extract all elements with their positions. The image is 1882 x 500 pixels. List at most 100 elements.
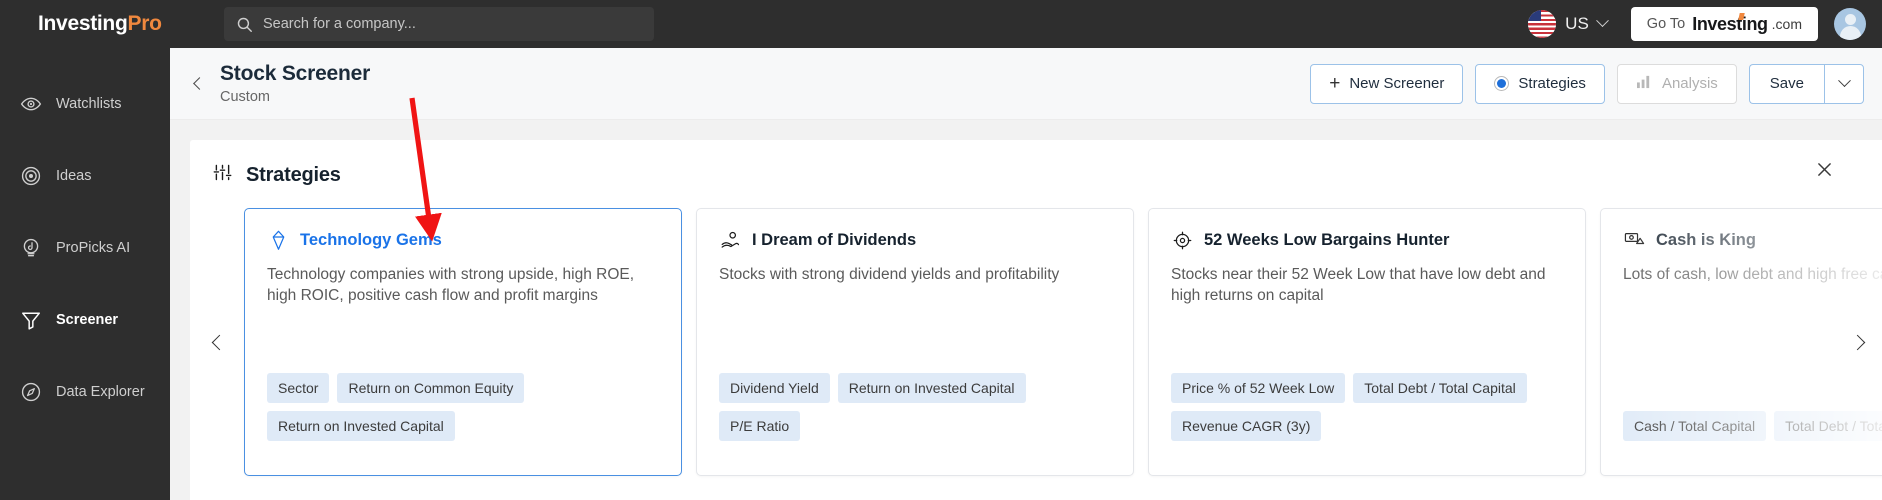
- user-avatar[interactable]: [1834, 8, 1866, 40]
- hand-coin-icon: [719, 229, 741, 251]
- panel-wrapper: Strategies Technology Gems Technology co…: [170, 120, 1882, 500]
- main-content: Stock Screener Custom + New Screener Str…: [170, 48, 1882, 500]
- strategy-card[interactable]: Technology Gems Technology companies wit…: [244, 208, 682, 476]
- strategy-card-title: I Dream of Dividends: [752, 230, 917, 249]
- save-button[interactable]: Save: [1748, 63, 1824, 104]
- new-screener-button[interactable]: + New Screener: [1310, 63, 1464, 104]
- close-panel-button[interactable]: [1817, 162, 1832, 180]
- page-title-group: Stock Screener Custom: [220, 62, 370, 105]
- save-label: Save: [1769, 75, 1804, 92]
- chevron-down-icon: [1595, 14, 1609, 28]
- us-flag-icon: [1528, 10, 1557, 38]
- strategies-label: Strategies: [1518, 75, 1586, 92]
- strategy-tag: Return on Invested Capital: [267, 411, 455, 441]
- region-selector[interactable]: US: [1528, 10, 1609, 38]
- chevron-left-icon: [192, 77, 206, 90]
- sidebar-item-label: Ideas: [56, 168, 92, 184]
- sidebar-item-label: ProPicks AI: [56, 240, 131, 256]
- strategy-card-header: Cash is King: [1623, 229, 1882, 251]
- goto-investing-button[interactable]: Go To Investing .com: [1630, 7, 1818, 41]
- sidebar-item-data-explorer[interactable]: Data Explorer: [0, 356, 170, 428]
- bar-chart-icon: [1636, 74, 1653, 93]
- search-icon: [237, 17, 252, 32]
- page-header-actions: + New Screener Strategies Analysis Save: [1310, 63, 1864, 104]
- sidebar-navigation: Watchlists Ideas ProPicks AI Screener Da…: [0, 48, 170, 500]
- strategy-tag: Total Debt / Total Capital: [1353, 373, 1527, 403]
- crosshair-icon: [1171, 229, 1193, 251]
- strategy-card-tags: Dividend Yield Return on Invested Capita…: [719, 373, 1111, 459]
- body-row: Watchlists Ideas ProPicks AI Screener Da…: [0, 48, 1882, 500]
- new-screener-label: New Screener: [1349, 75, 1445, 92]
- strategy-tag: Cash / Total Capital: [1623, 411, 1767, 441]
- strategy-card-description: Technology companies with strong upside,…: [267, 266, 635, 305]
- strategy-tag: Total Debt / Total Capital: [1774, 411, 1882, 441]
- strategy-tag: P/E Ratio: [719, 411, 801, 441]
- strategy-card-tags: Price % of 52 Week Low Total Debt / Tota…: [1171, 373, 1563, 459]
- sidebar-item-screener[interactable]: Screener: [0, 284, 170, 356]
- sliders-icon: [212, 162, 233, 188]
- brand-logo[interactable]: InvestingPro: [16, 12, 186, 36]
- strategy-card[interactable]: 52 Weeks Low Bargains Hunter Stocks near…: [1148, 208, 1586, 476]
- carousel-next-button[interactable]: [1840, 320, 1874, 364]
- chevron-down-icon: [1837, 74, 1851, 88]
- app-root: InvestingPro Search for a company... US …: [0, 0, 1882, 500]
- brand-pro-text: Pro: [127, 12, 162, 35]
- gem-icon: [267, 229, 289, 251]
- strategy-card-tags: Sector Return on Common Equity Return on…: [267, 373, 659, 459]
- strategies-panel-header: Strategies: [190, 162, 1882, 188]
- region-label: US: [1565, 14, 1589, 33]
- top-navigation-bar: InvestingPro Search for a company... US …: [0, 0, 1882, 48]
- strategy-card-description: Stocks with strong dividend yields and p…: [719, 266, 1060, 283]
- lightbulb-ai-icon: [20, 237, 42, 259]
- strategies-panel-title: Strategies: [246, 163, 341, 186]
- target-rings-icon: [20, 165, 42, 187]
- strategy-tag: Sector: [267, 373, 330, 403]
- strategy-card-description: Lots of cash, low debt and high free cas…: [1623, 266, 1882, 283]
- strategy-card-header: Technology Gems: [267, 229, 659, 251]
- sidebar-item-propicks-ai[interactable]: ProPicks AI: [0, 212, 170, 284]
- goto-brand-text: Investing: [1692, 12, 1768, 34]
- brand-logo-text: InvestingPro: [38, 12, 162, 36]
- strategies-panel: Strategies Technology Gems Technology co…: [190, 140, 1882, 500]
- strategy-card-title: Cash is King: [1656, 230, 1756, 249]
- strategy-tag: Return on Invested Capital: [837, 373, 1026, 403]
- strategy-tag: Revenue CAGR (3y): [1171, 411, 1322, 441]
- close-icon: [1818, 163, 1831, 176]
- chevron-right-icon: [1849, 334, 1865, 350]
- strategy-card-description: Stocks near their 52 Week Low that have …: [1171, 266, 1546, 305]
- carousel-track: Technology Gems Technology companies wit…: [190, 208, 1882, 476]
- save-button-group: Save: [1748, 63, 1864, 104]
- carousel-prev-button[interactable]: [202, 320, 236, 364]
- sidebar-item-label: Screener: [56, 312, 119, 328]
- chevron-left-icon: [211, 334, 227, 350]
- search-placeholder-text: Search for a company...: [263, 16, 416, 32]
- strategy-card-title: Technology Gems: [300, 230, 442, 249]
- search-input[interactable]: Search for a company...: [224, 7, 654, 41]
- funnel-icon: [20, 309, 42, 331]
- page-title: Stock Screener: [220, 62, 371, 85]
- strategies-carousel: Technology Gems Technology companies wit…: [190, 208, 1882, 476]
- strategy-card-header: 52 Weeks Low Bargains Hunter: [1171, 229, 1563, 251]
- strategy-tag: Dividend Yield: [719, 373, 830, 403]
- analysis-button[interactable]: Analysis: [1616, 63, 1737, 104]
- strategy-card-title: 52 Weeks Low Bargains Hunter: [1204, 230, 1450, 249]
- sidebar-item-label: Watchlists: [56, 96, 122, 112]
- strategies-button[interactable]: Strategies: [1475, 63, 1605, 104]
- page-header: Stock Screener Custom + New Screener Str…: [170, 48, 1882, 120]
- goto-prefix-text: Go To: [1646, 16, 1686, 32]
- strategy-card-tags: Cash / Total Capital Total Debt / Total …: [1623, 411, 1882, 459]
- goto-tld-text: .com: [1771, 16, 1802, 32]
- strategy-tag: Return on Common Equity: [337, 373, 525, 403]
- page-subtitle: Custom: [220, 89, 270, 105]
- eye-icon: [20, 93, 42, 115]
- sidebar-item-ideas[interactable]: Ideas: [0, 140, 170, 212]
- back-button[interactable]: [184, 77, 214, 90]
- strategy-card[interactable]: I Dream of Dividends Stocks with strong …: [696, 208, 1134, 476]
- plus-icon: +: [1329, 73, 1341, 94]
- sidebar-item-label: Data Explorer: [56, 384, 145, 400]
- analysis-label: Analysis: [1661, 75, 1718, 92]
- save-dropdown-button[interactable]: [1824, 63, 1864, 104]
- cash-stack-icon: [1623, 229, 1645, 251]
- radio-selected-icon: [1494, 76, 1510, 91]
- sidebar-item-watchlists[interactable]: Watchlists: [0, 68, 170, 140]
